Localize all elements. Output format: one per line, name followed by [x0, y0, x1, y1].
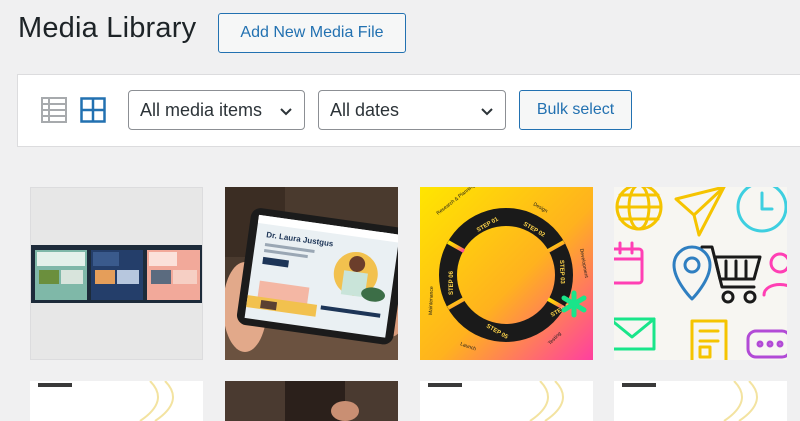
list-view-icon[interactable] — [41, 97, 67, 123]
grid-view-icon[interactable] — [80, 97, 106, 123]
page-title: Media Library — [18, 12, 197, 44]
media-toolbar: All media items All dates Bulk select — [17, 74, 800, 147]
media-item-roadmap-circle[interactable]: STEP 01 STEP 02 STEP 03 STEP 04 STEP 05 … — [420, 187, 593, 360]
add-new-media-button[interactable]: Add New Media File — [218, 13, 406, 53]
step-06: STEP 06 — [449, 270, 455, 295]
media-item-tablet-website[interactable]: Dr. Laura Justgus — [225, 187, 398, 360]
media-item-8[interactable] — [614, 381, 787, 421]
chevron-down-icon — [280, 108, 292, 116]
bulk-select-button[interactable]: Bulk select — [519, 90, 632, 130]
media-item-website-mockups[interactable] — [30, 187, 203, 360]
media-item-5[interactable] — [30, 381, 203, 421]
media-type-filter[interactable]: All media items — [128, 90, 305, 130]
date-selected: All dates — [330, 99, 400, 120]
media-item-icon-pattern[interactable] — [614, 187, 787, 360]
step-03: STEP 03 — [558, 260, 565, 285]
chevron-down-icon — [481, 108, 493, 116]
media-item-6[interactable] — [225, 381, 398, 421]
date-filter[interactable]: All dates — [318, 90, 506, 130]
step-label-maintenance: Maintenance — [428, 286, 435, 315]
media-type-selected: All media items — [140, 99, 263, 120]
media-item-7[interactable] — [420, 381, 593, 421]
